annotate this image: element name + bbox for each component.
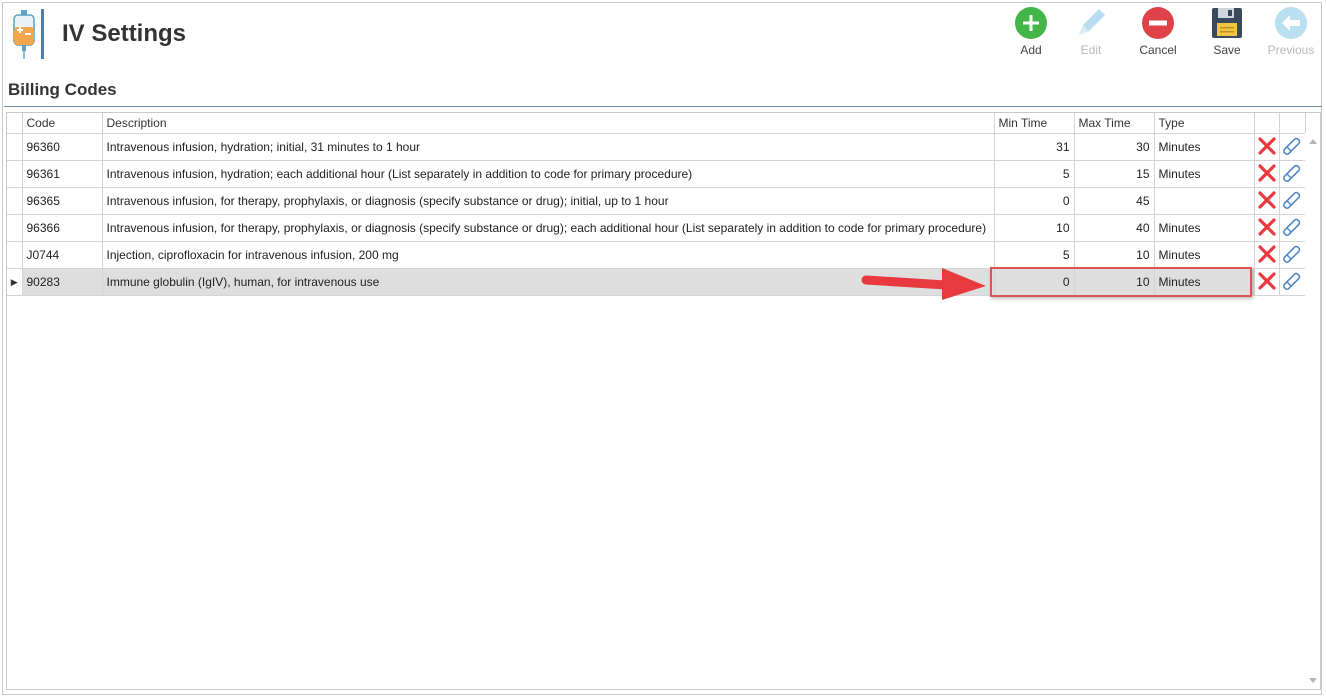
section-divider — [4, 106, 1322, 107]
description-cell[interactable]: Intravenous infusion, for therapy, proph… — [102, 214, 995, 242]
delete-cell[interactable] — [1254, 187, 1280, 215]
delete-cell[interactable] — [1254, 160, 1280, 188]
max-time-cell[interactable]: 40 — [1074, 214, 1155, 242]
pencil-edit-icon[interactable] — [1282, 136, 1302, 156]
table-row[interactable]: 96361 Intravenous infusion, hydration; e… — [7, 160, 1306, 188]
edit-cell[interactable] — [1279, 268, 1306, 296]
header-row: Code Description Min Time Max Time Type — [7, 113, 1306, 134]
column-header-max-time[interactable]: Max Time — [1074, 113, 1155, 134]
min-time-cell[interactable]: 5 — [994, 241, 1075, 269]
type-cell[interactable]: Minutes — [1154, 133, 1255, 161]
pencil-edit-icon[interactable] — [1282, 271, 1302, 291]
min-time-cell[interactable]: 0 — [994, 187, 1075, 215]
pencil-edit-icon[interactable] — [1282, 190, 1302, 210]
edit-cell[interactable] — [1279, 241, 1306, 269]
pencil-edit-icon[interactable] — [1282, 244, 1302, 264]
row-selector[interactable] — [7, 241, 23, 269]
column-header-type[interactable]: Type — [1154, 113, 1255, 134]
pencil-icon — [1079, 9, 1105, 35]
cancel-icon — [1142, 7, 1174, 39]
vertical-scrollbar[interactable] — [1305, 133, 1320, 689]
max-time-cell[interactable]: 45 — [1074, 187, 1155, 215]
table-row[interactable]: 96365 Intravenous infusion, for therapy,… — [7, 187, 1306, 215]
description-cell[interactable]: Intravenous infusion, for therapy, proph… — [102, 187, 995, 215]
row-selector[interactable] — [7, 160, 23, 188]
annotation-highlight-box — [990, 267, 1252, 297]
delete-x-icon[interactable] — [1257, 244, 1277, 264]
min-time-cell[interactable]: 31 — [994, 133, 1075, 161]
description-cell[interactable]: Intravenous infusion, hydration; each ad… — [102, 160, 995, 188]
iv-bag-icon — [13, 9, 44, 59]
type-cell[interactable]: Minutes — [1154, 160, 1255, 188]
pencil-edit-icon[interactable] — [1282, 163, 1302, 183]
save-label: Save — [1213, 43, 1241, 57]
row-header-cell — [7, 113, 23, 134]
page-title: IV Settings — [62, 20, 187, 47]
delete-x-icon[interactable] — [1257, 217, 1277, 237]
type-cell[interactable]: Minutes — [1154, 214, 1255, 242]
delete-cell[interactable] — [1254, 268, 1280, 296]
scroll-down-arrow-icon[interactable] — [1309, 678, 1317, 683]
code-cell[interactable]: 90283 — [22, 268, 103, 296]
code-cell[interactable]: 96361 — [22, 160, 103, 188]
delete-cell[interactable] — [1254, 241, 1280, 269]
delete-cell[interactable] — [1254, 214, 1280, 242]
previous-button[interactable]: Previous — [1261, 7, 1321, 63]
edit-button[interactable]: Edit — [1061, 7, 1121, 63]
section-title: Billing Codes — [8, 80, 117, 99]
delete-x-icon[interactable] — [1257, 271, 1277, 291]
delete-x-icon[interactable] — [1257, 190, 1277, 210]
selected-row-indicator[interactable]: ▶ — [7, 268, 23, 296]
add-button[interactable]: Add — [1001, 7, 1061, 63]
code-cell[interactable]: J0744 — [22, 241, 103, 269]
add-icon — [1015, 7, 1047, 39]
row-selector[interactable] — [7, 214, 23, 242]
pencil-edit-icon[interactable] — [1282, 217, 1302, 237]
max-time-cell[interactable]: 15 — [1074, 160, 1155, 188]
max-time-cell[interactable]: 10 — [1074, 241, 1155, 269]
row-selector[interactable] — [7, 187, 23, 215]
cancel-label: Cancel — [1139, 43, 1177, 57]
save-button[interactable]: Save — [1197, 7, 1257, 63]
type-cell[interactable]: Minutes — [1154, 241, 1255, 269]
delete-x-icon[interactable] — [1257, 163, 1277, 183]
delete-x-icon[interactable] — [1257, 136, 1277, 156]
previous-label: Previous — [1267, 43, 1315, 57]
row-selector[interactable] — [7, 133, 23, 161]
column-header-min-time[interactable]: Min Time — [994, 113, 1075, 134]
billing-codes-grid[interactable]: Code Description Min Time Max Time Type … — [6, 112, 1321, 690]
edit-cell[interactable] — [1279, 133, 1306, 161]
floppy-disk-icon — [1212, 8, 1242, 38]
annotation-arrow-icon — [861, 268, 986, 300]
arrow-left-icon — [1275, 7, 1307, 39]
min-time-cell[interactable]: 5 — [994, 160, 1075, 188]
table-row[interactable]: J0744 Injection, ciprofloxacin for intra… — [7, 241, 1306, 269]
table-row[interactable]: 96366 Intravenous infusion, for therapy,… — [7, 214, 1306, 242]
column-header-code[interactable]: Code — [22, 113, 103, 134]
column-header-delete — [1254, 113, 1280, 134]
add-label: Add — [1020, 43, 1042, 57]
edit-cell[interactable] — [1279, 214, 1306, 242]
type-cell[interactable] — [1154, 187, 1255, 215]
table-row[interactable]: 96360 Intravenous infusion, hydration; i… — [7, 133, 1306, 161]
description-cell[interactable]: Intravenous infusion, hydration; initial… — [102, 133, 995, 161]
delete-cell[interactable] — [1254, 133, 1280, 161]
column-header-edit — [1279, 113, 1306, 134]
code-cell[interactable]: 96366 — [22, 214, 103, 242]
edit-cell[interactable] — [1279, 160, 1306, 188]
max-time-cell[interactable]: 30 — [1074, 133, 1155, 161]
edit-cell[interactable] — [1279, 187, 1306, 215]
cancel-button[interactable]: Cancel — [1128, 7, 1188, 63]
code-cell[interactable]: 96365 — [22, 187, 103, 215]
scroll-up-arrow-icon[interactable] — [1309, 139, 1317, 144]
code-cell[interactable]: 96360 — [22, 133, 103, 161]
min-time-cell[interactable]: 10 — [994, 214, 1075, 242]
edit-label: Edit — [1080, 43, 1102, 57]
column-header-description[interactable]: Description — [102, 113, 995, 134]
